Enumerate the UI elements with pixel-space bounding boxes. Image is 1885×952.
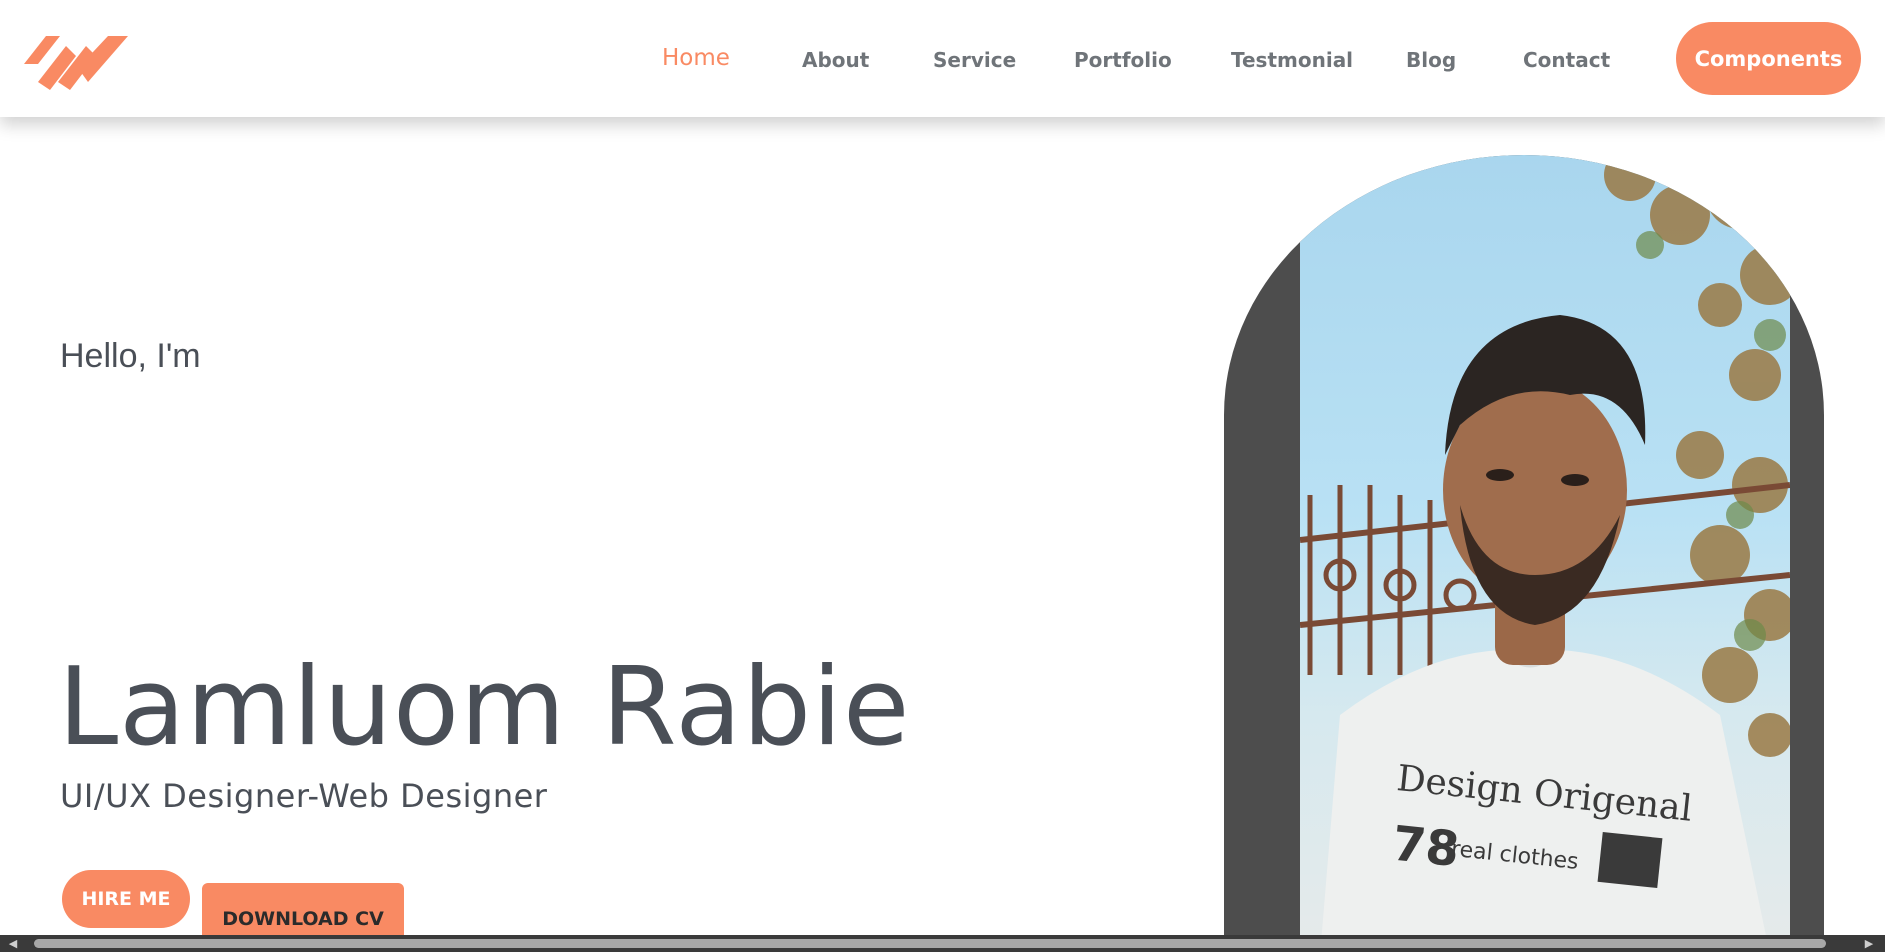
profile-photo-illustration: Design Origenal 78 real clothes (1300, 155, 1790, 952)
scrollbar-thumb[interactable] (34, 939, 1826, 948)
nav-menu: Home About Service Portfolio Testmonial … (0, 0, 1885, 117)
profile-photo-frame: Design Origenal 78 real clothes (1224, 155, 1824, 952)
nav-portfolio[interactable]: Portfolio (1074, 48, 1172, 72)
hire-me-button[interactable]: HIRE ME (62, 870, 190, 928)
scroll-right-icon[interactable]: ▶ (1862, 937, 1876, 950)
nav-contact[interactable]: Contact (1523, 48, 1610, 72)
profile-photo: Design Origenal 78 real clothes (1300, 155, 1790, 952)
hero-section: Hello, I'm Lamluom Rabie UI/UX Designer-… (0, 117, 1885, 952)
scroll-left-icon[interactable]: ◀ (6, 937, 20, 950)
nav-testmonial[interactable]: Testmonial (1231, 48, 1353, 72)
hero-role: UI/UX Designer-Web Designer (60, 777, 548, 815)
hero-greeting: Hello, I'm (60, 337, 201, 375)
nav-blog[interactable]: Blog (1406, 48, 1456, 72)
horizontal-scrollbar[interactable]: ◀ ▶ (0, 935, 1885, 952)
navbar: Home About Service Portfolio Testmonial … (0, 0, 1885, 117)
nav-service[interactable]: Service (933, 48, 1016, 72)
nav-about[interactable]: About (802, 48, 869, 72)
components-button[interactable]: Components (1676, 22, 1861, 95)
hero-name: Lamluom Rabie (58, 645, 911, 770)
nav-home[interactable]: Home (662, 45, 730, 71)
